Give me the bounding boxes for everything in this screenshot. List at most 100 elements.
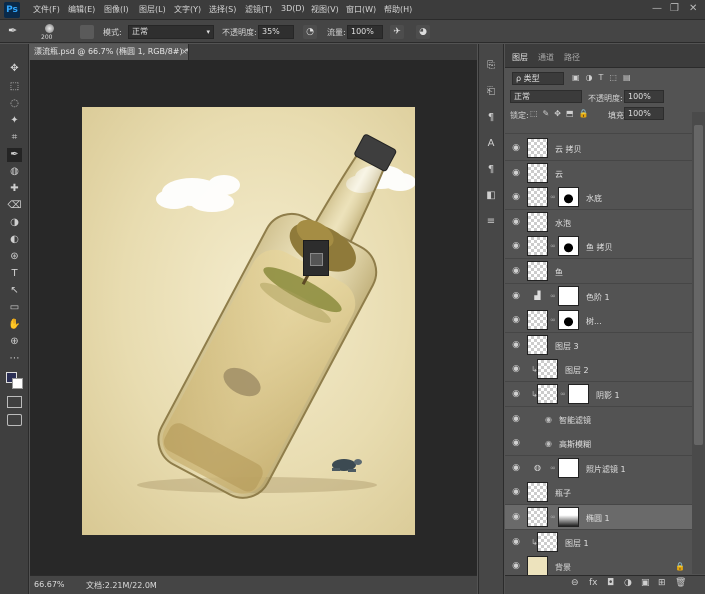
- layers-scrollbar-thumb[interactable]: [694, 125, 703, 445]
- brush-tool-preset-icon[interactable]: ✒: [8, 24, 28, 40]
- eye-icon[interactable]: ◉: [511, 561, 521, 571]
- layer-opacity-input[interactable]: 100%: [624, 90, 664, 103]
- eraser-tool-icon[interactable]: ⌫: [7, 199, 22, 213]
- layer-row[interactable]: ◉ 云 拷贝: [505, 136, 692, 161]
- mini-floating-panel[interactable]: [303, 240, 329, 276]
- layer-row[interactable]: ◉ ∞ 鱼 拷贝: [505, 234, 692, 259]
- background-color-swatch[interactable]: [12, 378, 23, 389]
- mask-link-icon[interactable]: ∞: [550, 242, 556, 250]
- eye-icon[interactable]: ◉: [511, 537, 521, 547]
- menu-window[interactable]: 窗口(W): [346, 4, 376, 15]
- adjustments-panel-icon[interactable]: ◧: [483, 188, 499, 204]
- layer-filter-select[interactable]: ρ 类型: [512, 72, 564, 85]
- menu-file[interactable]: 文件(F): [33, 4, 60, 15]
- filter-eye-icon[interactable]: ◉: [545, 439, 552, 448]
- shape-tool-icon[interactable]: ▭: [7, 301, 22, 315]
- fill-input[interactable]: 100%: [624, 107, 664, 120]
- delete-layer-icon[interactable]: 🗑: [675, 578, 686, 588]
- mode-select[interactable]: 正常 ▾: [128, 25, 214, 39]
- hand-tool-icon[interactable]: ✋: [7, 318, 22, 332]
- menu-filter[interactable]: 滤镜(T): [245, 4, 272, 15]
- type-tool-icon[interactable]: T: [7, 267, 22, 281]
- eye-icon[interactable]: ◉: [511, 463, 521, 473]
- layer-row[interactable]: ◉ ↳ 图层 1: [505, 530, 692, 555]
- move-tool-icon[interactable]: ✥: [7, 62, 22, 76]
- layer-row[interactable]: ◉ 云: [505, 161, 692, 186]
- close-window-icon[interactable]: ✕: [689, 3, 697, 14]
- menu-type[interactable]: 文字(Y): [174, 4, 201, 15]
- minimize-icon[interactable]: —: [652, 3, 662, 14]
- eye-icon[interactable]: ◉: [511, 414, 521, 424]
- layer-row[interactable]: ◉ ◉ 智能滤镜: [505, 407, 692, 432]
- menu-select[interactable]: 选择(S): [209, 4, 236, 15]
- menu-help[interactable]: 帮助(H): [384, 4, 412, 15]
- mask-link-icon[interactable]: ∞: [560, 390, 566, 398]
- layer-row[interactable]: ◉ ◉ 高斯模糊: [505, 431, 692, 456]
- brush-panel-icon[interactable]: [80, 25, 94, 39]
- mask-link-icon[interactable]: ∞: [550, 513, 556, 521]
- brush-tool-icon[interactable]: ✒: [7, 148, 22, 162]
- adjustment-layer-icon[interactable]: ◑: [624, 578, 632, 588]
- zoom-level[interactable]: 66.67%: [34, 580, 65, 589]
- pressure-opacity-icon[interactable]: ◔: [303, 25, 317, 39]
- document-size-info[interactable]: 文档:2.21M/22.0M: [86, 580, 157, 591]
- flow-input[interactable]: 100%: [347, 25, 383, 39]
- eye-icon[interactable]: ◉: [511, 340, 521, 350]
- artboard-drift-bottle[interactable]: [82, 107, 415, 535]
- menu-edit[interactable]: 编辑(E): [68, 4, 95, 15]
- menu-view[interactable]: 视图(V): [311, 4, 339, 15]
- eye-icon[interactable]: ◉: [511, 192, 521, 202]
- eye-icon[interactable]: ◉: [511, 143, 521, 153]
- layer-row[interactable]: ◉ ∞ 椭圆 1: [505, 505, 692, 530]
- paragraph-panel-icon[interactable]: ¶: [483, 110, 499, 126]
- layer-row[interactable]: ◉ ↳ 图层 2: [505, 357, 692, 382]
- eye-icon[interactable]: ◉: [511, 241, 521, 251]
- layer-row-partial[interactable]: [505, 122, 692, 134]
- lock-icons[interactable]: ⬚✎✥⬒🔒: [530, 109, 600, 120]
- properties-panel-icon[interactable]: ≡: [483, 214, 499, 230]
- layer-row[interactable]: ◉ 鱼: [505, 259, 692, 284]
- menu-layer[interactable]: 图层(L): [139, 4, 166, 15]
- screen-mode-icon[interactable]: [7, 414, 22, 426]
- history-brush-tool-icon[interactable]: ✚: [7, 182, 22, 196]
- eye-icon[interactable]: ◉: [511, 487, 521, 497]
- layer-row[interactable]: ◉ ◍ ∞ 照片滤镜 1: [505, 456, 692, 481]
- layer-mask-thumbnail[interactable]: [558, 458, 579, 478]
- layer-mask-thumbnail[interactable]: [558, 286, 579, 306]
- link-layers-icon[interactable]: ⊖: [571, 578, 579, 588]
- eye-icon[interactable]: ◉: [511, 266, 521, 276]
- actions-panel-icon[interactable]: ⎗: [483, 84, 499, 100]
- tab-paths[interactable]: 路径: [564, 52, 580, 63]
- eye-icon[interactable]: ◉: [511, 438, 521, 448]
- character-panel-icon[interactable]: A: [483, 136, 499, 152]
- layer-mask-thumbnail[interactable]: [568, 384, 589, 404]
- paragraph-styles-icon[interactable]: ¶: [483, 162, 499, 178]
- eye-icon[interactable]: ◉: [511, 389, 521, 399]
- tab-channels[interactable]: 通道: [538, 52, 554, 63]
- filter-eye-icon[interactable]: ◉: [545, 415, 552, 424]
- zoom-tool-icon[interactable]: ⊕: [7, 335, 22, 349]
- filter-icons[interactable]: ▣◑T⬚▤: [572, 73, 692, 84]
- path-select-tool-icon[interactable]: ↖: [7, 284, 22, 298]
- mask-link-icon[interactable]: ∞: [550, 464, 556, 472]
- layer-mask-thumbnail[interactable]: [558, 310, 579, 330]
- opacity-input[interactable]: 35%: [258, 25, 294, 39]
- layer-mask-thumbnail[interactable]: [558, 187, 579, 207]
- eye-icon[interactable]: ◉: [511, 291, 521, 301]
- brush-size-picker[interactable]: 200: [36, 22, 64, 42]
- eye-icon[interactable]: ◉: [511, 168, 521, 178]
- menu-3d[interactable]: 3D(D): [281, 4, 305, 13]
- crop-tool-icon[interactable]: ⌗: [7, 131, 22, 145]
- quick-mask-icon[interactable]: [7, 396, 22, 408]
- layer-mask-thumbnail[interactable]: [558, 236, 579, 256]
- eye-icon[interactable]: ◉: [511, 364, 521, 374]
- eye-icon[interactable]: ◉: [511, 217, 521, 227]
- layer-row[interactable]: ◉ ▟ ∞ 色阶 1: [505, 284, 692, 309]
- layer-row[interactable]: ◉ ∞ 树...: [505, 308, 692, 333]
- close-document-icon[interactable]: ×: [181, 47, 188, 56]
- marquee-tool-icon[interactable]: ⬚: [7, 80, 22, 94]
- eye-icon[interactable]: ◉: [511, 315, 521, 325]
- stamp-tool-icon[interactable]: ◍: [7, 165, 22, 179]
- menu-image[interactable]: 图像(I): [104, 4, 129, 15]
- gradient-tool-icon[interactable]: ◑: [7, 216, 22, 230]
